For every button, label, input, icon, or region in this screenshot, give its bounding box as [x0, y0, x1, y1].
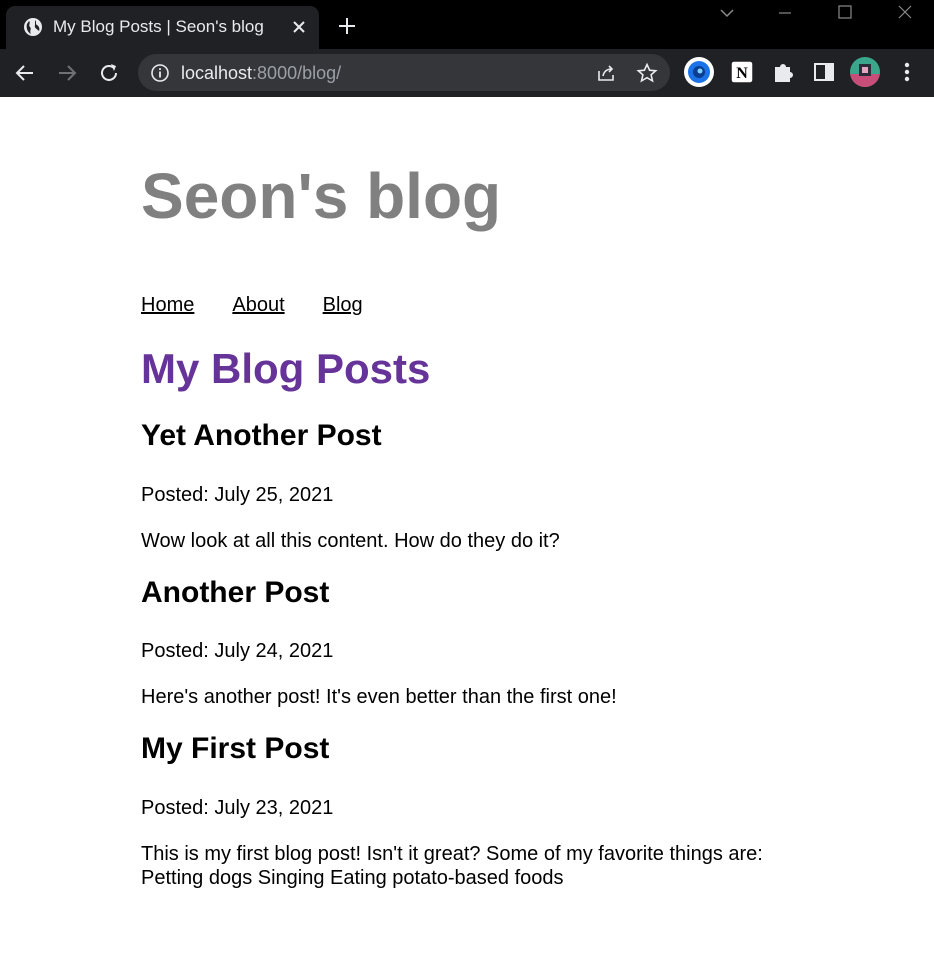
- plus-icon[interactable]: [336, 15, 358, 37]
- share-icon[interactable]: [595, 62, 617, 84]
- post-title: My First Post: [141, 732, 330, 765]
- back-icon[interactable]: [13, 61, 37, 85]
- svg-text:N: N: [736, 65, 748, 82]
- nav-link-about[interactable]: About: [232, 294, 284, 316]
- post-date: Posted: July 23, 2021: [141, 797, 334, 819]
- kebab-menu-icon[interactable]: [891, 56, 923, 88]
- puzzle-icon[interactable]: [767, 56, 799, 88]
- active-tab[interactable]: My Blog Posts | Seon's blog: [6, 6, 319, 49]
- window-close-icon[interactable]: [894, 4, 916, 22]
- site-nav: Home About Blog: [141, 294, 401, 317]
- close-icon[interactable]: [289, 17, 309, 37]
- post-body: Wow look at all this content. How do the…: [141, 530, 560, 552]
- chevron-down-icon[interactable]: [716, 4, 738, 22]
- url-host: localhost: [181, 63, 253, 83]
- browser-toolbar: localhost:8000/blog/ N: [0, 49, 934, 97]
- post-date: Posted: July 24, 2021: [141, 640, 334, 662]
- nav-link-blog[interactable]: Blog: [323, 294, 363, 316]
- post-title: Another Post: [141, 576, 330, 609]
- url-text[interactable]: localhost:8000/blog/: [181, 63, 341, 84]
- post-body: This is my first blog post! Isn't it gre…: [141, 843, 763, 889]
- avatar[interactable]: [849, 56, 881, 88]
- side-panel-icon[interactable]: [808, 56, 840, 88]
- page-heading: My Blog Posts: [141, 345, 431, 392]
- post-body: Here's another post! It's even better th…: [141, 686, 617, 708]
- post-title: Yet Another Post: [141, 419, 382, 452]
- minimize-icon[interactable]: [774, 4, 796, 22]
- url-path: :8000/blog/: [252, 63, 342, 83]
- post-date: Posted: July 25, 2021: [141, 484, 334, 506]
- star-icon[interactable]: [636, 62, 658, 84]
- reload-icon[interactable]: [97, 61, 121, 85]
- page-content: Seon's blog Home About Blog My Blog Posts …: [0, 97, 934, 956]
- maximize-icon[interactable]: [834, 4, 856, 22]
- tab-title: My Blog Posts | Seon's blog: [53, 17, 264, 36]
- address-bar[interactable]: localhost:8000/blog/: [138, 54, 670, 91]
- notion-icon[interactable]: N: [726, 56, 758, 88]
- browser-titlebar: My Blog Posts | Seon's blog: [0, 0, 934, 49]
- globe-icon: [24, 18, 42, 36]
- site-title: Seon's blog: [141, 160, 502, 232]
- forward-icon[interactable]: [55, 61, 79, 85]
- info-icon[interactable]: [150, 63, 170, 83]
- extension-icon[interactable]: [683, 56, 715, 88]
- nav-link-home[interactable]: Home: [141, 294, 194, 316]
